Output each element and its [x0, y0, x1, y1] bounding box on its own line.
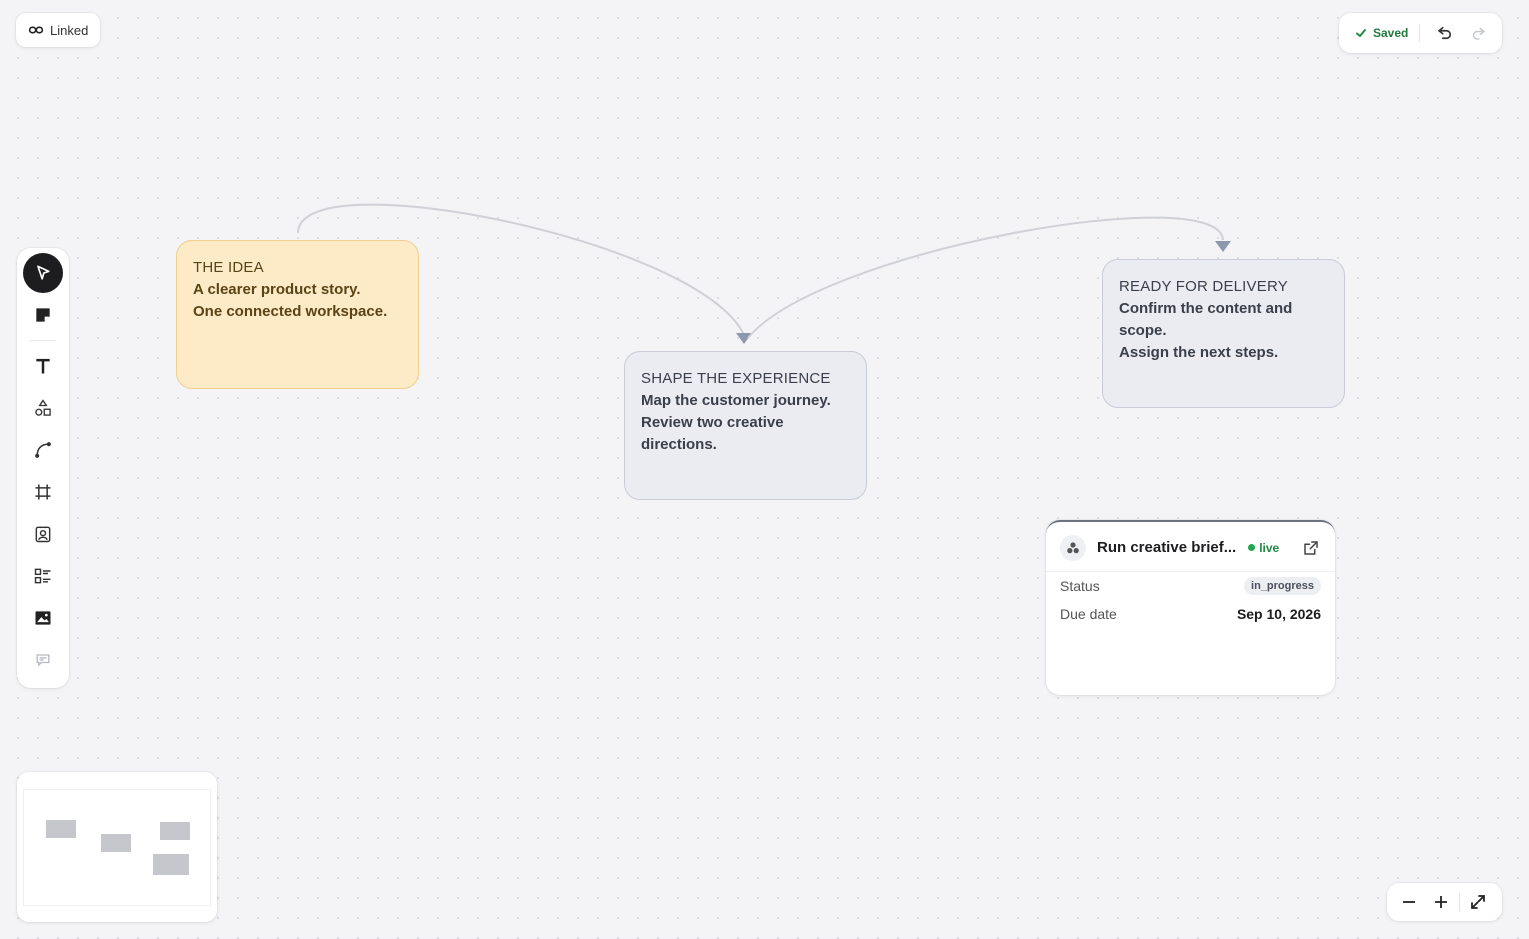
open-external-button[interactable]: [1301, 538, 1321, 558]
live-badge: live: [1248, 541, 1279, 555]
text-icon: [36, 358, 50, 374]
minimap-viewport: [23, 789, 211, 906]
link-icon: [28, 26, 44, 34]
redo-icon: [1473, 27, 1486, 40]
connector-icon: [35, 442, 51, 458]
cursor-icon: [37, 265, 50, 280]
card-text-line: scope.: [1119, 322, 1167, 339]
frame-icon: [35, 484, 51, 500]
connector-tool[interactable]: [23, 430, 63, 470]
shapes-tool[interactable]: [23, 388, 63, 428]
card-text-line: One connected workspace.: [193, 303, 388, 320]
frame-tool[interactable]: [23, 472, 63, 512]
contact-card-icon: [35, 526, 51, 543]
list-tool[interactable]: [23, 556, 63, 596]
status-row: Status in_progress: [1046, 572, 1335, 600]
card-tool[interactable]: [23, 514, 63, 554]
card-ready-for-delivery[interactable]: READY FOR DELIVERY Confirm the content a…: [1102, 259, 1345, 408]
widget-header: Run creative brief... live: [1046, 522, 1335, 572]
comment-icon: [36, 654, 50, 667]
image-tool[interactable]: [23, 598, 63, 638]
card-text-line: Review two creative: [641, 414, 784, 431]
external-link-icon: [1304, 540, 1318, 555]
check-icon: [1356, 29, 1366, 37]
linked-label: Linked: [50, 22, 89, 38]
divider: [1459, 893, 1460, 911]
connector-arrowhead: [736, 333, 752, 344]
sticky-note-icon: [36, 308, 50, 322]
linked-badge[interactable]: Linked: [16, 13, 101, 47]
zoom-in-button[interactable]: [1425, 886, 1457, 918]
comment-tool[interactable]: [23, 640, 63, 680]
minus-icon: [1403, 901, 1415, 903]
list-icon: [34, 568, 51, 584]
card-title: READY FOR DELIVERY: [1119, 278, 1288, 295]
card-shape-the-experience[interactable]: SHAPE THE EXPERIENCE Map the customer jo…: [624, 351, 867, 500]
status-label: Status: [1060, 578, 1100, 594]
card-text-line: Confirm the content and: [1119, 300, 1293, 317]
plus-icon: [1435, 896, 1447, 908]
sticky-note-the-idea[interactable]: THE IDEA A clearer product story. One co…: [176, 240, 419, 389]
save-status-bar: Saved: [1339, 13, 1502, 53]
zoom-out-button[interactable]: [1393, 886, 1425, 918]
redo-button[interactable]: [1465, 19, 1492, 47]
minimap-node: [46, 820, 76, 838]
widget-title: Run creative brief...: [1097, 539, 1237, 556]
card-title: THE IDEA: [193, 259, 264, 276]
card-text-line: Assign the next steps.: [1119, 344, 1279, 361]
card-text-line: directions.: [641, 436, 717, 453]
toolbar-divider: [30, 340, 56, 341]
undo-button[interactable]: [1431, 19, 1458, 47]
task-widget-card[interactable]: Run creative brief... live Status in_pro…: [1046, 520, 1335, 695]
undo-icon: [1438, 26, 1452, 40]
due-date-value: Sep 10, 2026: [1236, 606, 1321, 622]
select-tool[interactable]: [23, 253, 63, 293]
sticky-note-tool[interactable]: [23, 295, 63, 335]
zoom-controls: [1387, 883, 1502, 921]
expand-icon: [1471, 895, 1485, 909]
app-icon: [1060, 534, 1086, 561]
shapes-icon: [35, 399, 51, 416]
minimap[interactable]: [17, 772, 217, 922]
app-logo-icon: [1067, 541, 1079, 553]
minimap-node: [101, 834, 131, 852]
due-date-label: Due date: [1060, 606, 1117, 622]
minimap-node: [160, 822, 190, 840]
status-badge: in_progress: [1244, 577, 1321, 595]
card-text-line: A clearer product story.: [193, 281, 361, 298]
saved-label: Saved: [1373, 26, 1409, 40]
text-tool[interactable]: [23, 346, 63, 386]
due-date-row: Due date Sep 10, 2026: [1046, 600, 1335, 628]
card-title: SHAPE THE EXPERIENCE: [641, 370, 831, 387]
live-dot-icon: [1248, 544, 1256, 551]
divider: [1419, 24, 1421, 42]
live-label: live: [1259, 540, 1280, 555]
image-icon: [35, 611, 51, 625]
connector-arrowhead: [1215, 241, 1231, 252]
fit-to-screen-button[interactable]: [1462, 886, 1494, 918]
card-text-line: Map the customer journey.: [641, 392, 831, 409]
minimap-node: [153, 854, 189, 875]
tool-palette: [17, 248, 69, 688]
saved-status: Saved: [1355, 26, 1408, 40]
